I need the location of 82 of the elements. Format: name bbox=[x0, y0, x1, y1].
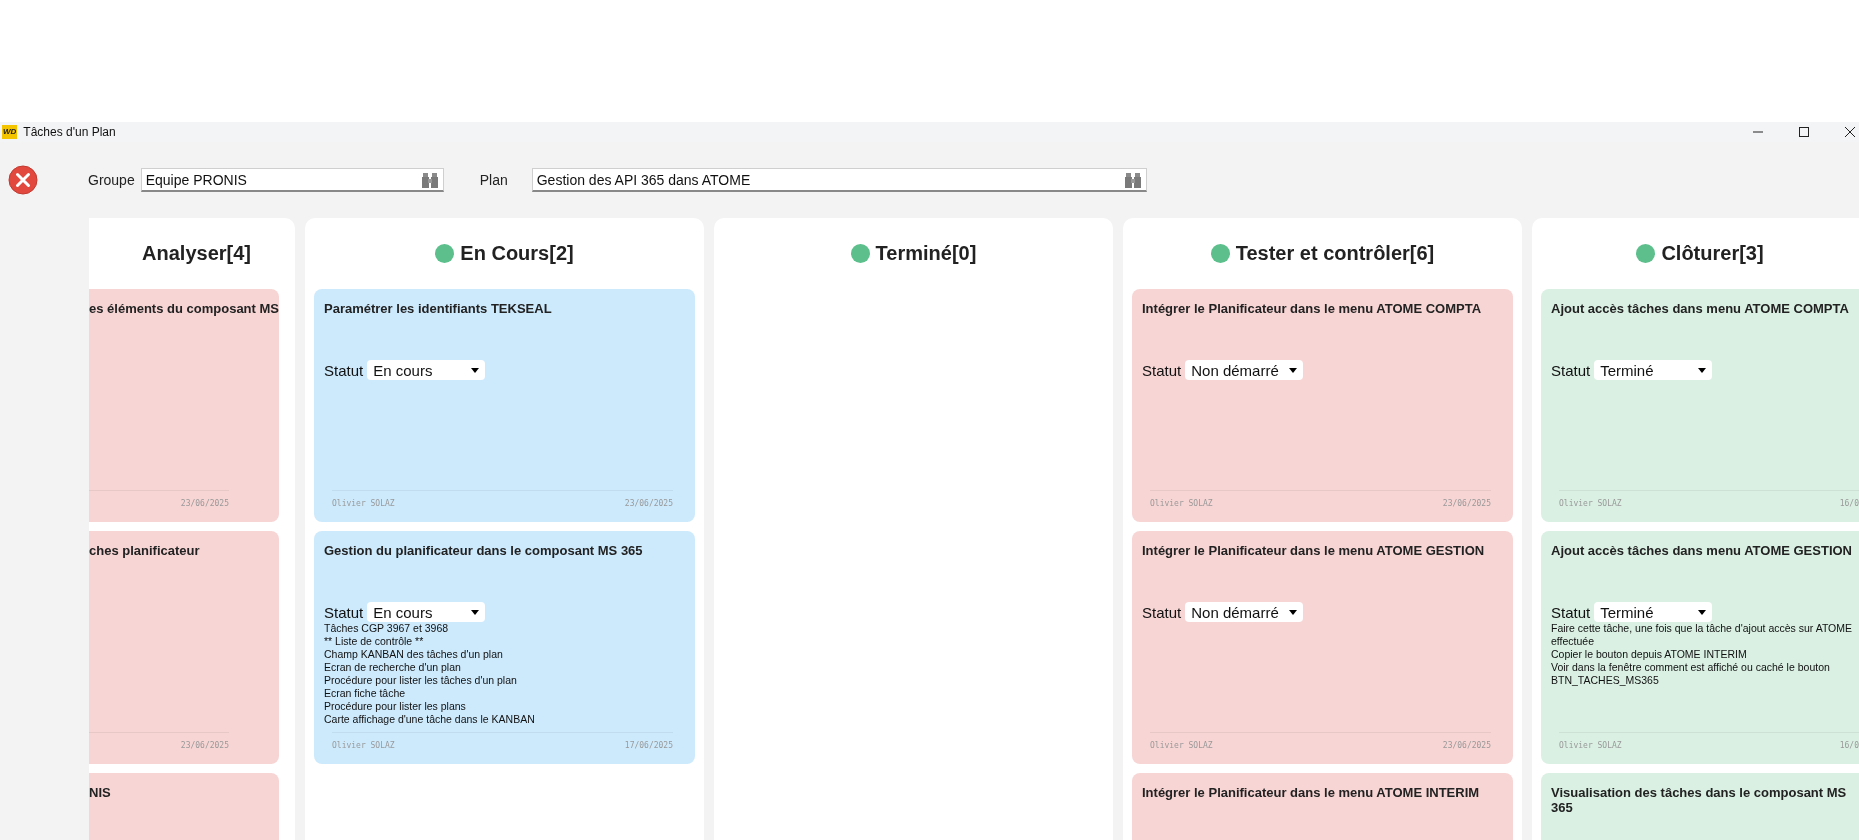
card-title: Gestion du planificateur dans le composant MS 365 bbox=[324, 543, 643, 558]
card-author: Olivier SOLAZ bbox=[332, 499, 395, 508]
description-line: Procédure pour lister les plans bbox=[324, 700, 466, 713]
description-line: Copier le bouton depuis ATOME INTERIM bbox=[1551, 648, 1747, 661]
caret-icon bbox=[1698, 609, 1707, 615]
task-card[interactable]: es éléments du composant MS 23/06/2025 bbox=[89, 289, 279, 522]
card-title: Ajout accès tâches dans menu ATOME COMPTA bbox=[1551, 301, 1849, 316]
status-dropdown[interactable]: En cours bbox=[367, 602, 486, 622]
caret-icon bbox=[471, 367, 480, 373]
task-card[interactable]: Intégrer le Planificateur dans le menu ATOME COMPTA Statut Non démarré Olivier SOLAZ 23/06/2025 bbox=[1132, 289, 1513, 522]
card-title: Intégrer le Planificateur dans le menu ATOME INTERIM bbox=[1142, 785, 1480, 800]
card-date: 23/06/2025 bbox=[624, 499, 673, 508]
column-title: Tester et contrôler[6] bbox=[1235, 242, 1435, 265]
maximize-icon[interactable] bbox=[1798, 126, 1810, 138]
card-date: 23/06/2025 bbox=[180, 741, 229, 750]
column-title: En Cours[2] bbox=[460, 242, 574, 265]
caret-icon bbox=[1289, 367, 1298, 373]
status-dropdown[interactable]: Terminé bbox=[1594, 360, 1713, 380]
column-title: Clôturer[3] bbox=[1661, 242, 1764, 265]
status-dropdown[interactable]: Terminé bbox=[1594, 602, 1713, 622]
description-line: Faire cette tâche, une fois que la tâche d'ajout accès sur ATOME bbox=[1551, 622, 1853, 635]
task-card[interactable]: Paramétrer les identifiants TEKSEAL Statut En cours Olivier SOLAZ 23/06/2025 bbox=[314, 289, 695, 522]
caret-icon bbox=[1698, 367, 1707, 373]
card-title: Ajout accès tâches dans menu ATOME GESTION bbox=[1551, 543, 1852, 558]
task-card[interactable] bbox=[314, 531, 695, 764]
field-label: Groupe bbox=[88, 172, 135, 188]
task-card[interactable]: Intégrer le Planificateur dans le menu ATOME INTERIM bbox=[1132, 773, 1513, 840]
window-title: Tâches d'un Plan bbox=[23, 125, 116, 139]
description-line: effectuée bbox=[1551, 635, 1594, 648]
card-title: es éléments du composant MS bbox=[89, 301, 279, 316]
app-logo: WD bbox=[2, 125, 18, 139]
card-date: 16/0 bbox=[1839, 499, 1859, 508]
status-dropdown[interactable]: Non démarré bbox=[1185, 360, 1304, 380]
binoculars-icon[interactable] bbox=[420, 170, 439, 189]
column-title: Analyser[4] bbox=[142, 242, 251, 265]
card-date: 16/0 bbox=[1839, 741, 1859, 750]
description-line: Ecran de recherche d'un plan bbox=[324, 661, 461, 674]
status-label: Statut bbox=[1551, 361, 1591, 379]
card-author: Olivier SOLAZ bbox=[1559, 499, 1622, 508]
description-line: BTN_TACHES_MS365 bbox=[1551, 674, 1659, 687]
task-card[interactable]: NIS bbox=[89, 773, 279, 840]
card-date: 23/06/2025 bbox=[1442, 741, 1491, 750]
description-line: Procédure pour lister les tâches d'un plan bbox=[324, 674, 517, 687]
status-label: Statut bbox=[1142, 361, 1182, 379]
search-field[interactable]: Gestion des API 365 dans ATOME bbox=[531, 168, 1147, 192]
card-title: Visualisation des tâches dans le composant MS 365 bbox=[1551, 785, 1848, 815]
card-title: NIS bbox=[89, 785, 111, 800]
description-line: Ecran fiche tâche bbox=[324, 687, 406, 700]
task-card[interactable]: Visualisation des tâches dans le composant MS 365 bbox=[1541, 773, 1859, 840]
binoculars-icon[interactable] bbox=[1123, 170, 1142, 189]
card-date: 23/06/2025 bbox=[180, 499, 229, 508]
card-date: 23/06/2025 bbox=[1442, 499, 1491, 508]
field-label: Plan bbox=[479, 172, 508, 188]
description-line: Champ KANBAN des tâches d'un plan bbox=[324, 648, 503, 661]
column-title: Terminé[0] bbox=[875, 242, 977, 265]
caret-icon bbox=[1289, 609, 1298, 615]
card-title: Intégrer le Planificateur dans le menu ATOME GESTION bbox=[1142, 543, 1485, 558]
task-card[interactable]: Ajout accès tâches dans menu ATOME COMPTA Statut Terminé Olivier SOLAZ 16/0 bbox=[1541, 289, 1859, 522]
description-line: Tâches CGP 3967 et 3968 bbox=[324, 622, 449, 635]
card-title: Paramétrer les identifiants TEKSEAL bbox=[324, 301, 552, 316]
description-line: Carte affichage d'une tâche dans le KANBAN bbox=[324, 713, 535, 726]
task-card[interactable]: ches planificateur 23/06/2025 bbox=[89, 531, 279, 764]
task-card[interactable] bbox=[1541, 531, 1859, 764]
description-line: Voir dans la fenêtre comment est affiché ou caché le bouton bbox=[1551, 661, 1830, 674]
card-author: Olivier SOLAZ bbox=[332, 741, 395, 750]
caret-icon bbox=[471, 609, 480, 615]
card-date: 17/06/2025 bbox=[624, 741, 673, 750]
card-author: Olivier SOLAZ bbox=[1559, 741, 1622, 750]
card-title: Intégrer le Planificateur dans le menu ATOME COMPTA bbox=[1142, 301, 1482, 316]
status-label: Statut bbox=[324, 603, 364, 621]
task-card[interactable]: Intégrer le Planificateur dans le menu ATOME GESTION Statut Non démarré Olivier SOLAZ 23/06/2025 bbox=[1132, 531, 1513, 764]
card-title: ches planificateur bbox=[89, 543, 200, 558]
status-dropdown[interactable]: En cours bbox=[367, 360, 486, 380]
close-icon[interactable] bbox=[1844, 126, 1856, 138]
search-field[interactable]: Equipe PRONIS bbox=[140, 168, 444, 192]
status-label: Statut bbox=[1551, 603, 1591, 621]
card-author: Olivier SOLAZ bbox=[1150, 499, 1213, 508]
card-author: Olivier SOLAZ bbox=[1150, 741, 1213, 750]
status-dropdown[interactable]: Non démarré bbox=[1185, 602, 1304, 622]
status-label: Statut bbox=[324, 361, 364, 379]
status-label: Statut bbox=[1142, 603, 1182, 621]
description-line: ** Liste de contrôle ** bbox=[324, 635, 424, 648]
